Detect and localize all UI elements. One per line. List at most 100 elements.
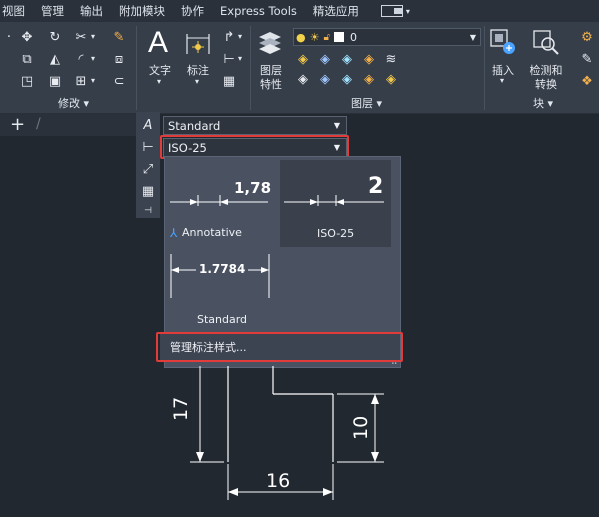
array-icon[interactable]: ⊞: [72, 72, 90, 90]
table-style-icon[interactable]: ▦: [139, 182, 157, 200]
chevron-down-icon[interactable]: ▾: [91, 76, 95, 85]
dimension-tool-icon[interactable]: [184, 30, 212, 58]
move-icon[interactable]: ✥: [18, 28, 36, 46]
unlock-icon: 🔓︎: [323, 31, 330, 43]
section-style-icon[interactable]: ⊣: [139, 202, 157, 220]
trim-icon[interactable]: ✂: [72, 28, 90, 46]
chevron-down-icon: ▼: [333, 121, 340, 130]
standard-preview-value: 1.7784: [199, 262, 246, 276]
table-icon[interactable]: ▦: [220, 72, 238, 90]
layers-panel-label[interactable]: 图层 ▾: [351, 95, 382, 111]
explode-icon[interactable]: ⧈: [110, 50, 128, 68]
offset-icon[interactable]: ⊂: [110, 72, 128, 90]
style-tile-iso25[interactable]: 2 ISO-25: [280, 160, 391, 247]
layer-unlock-icon[interactable]: ◈: [360, 70, 378, 88]
manage-highlight: [156, 332, 403, 362]
dim-style-dropdown[interactable]: ISO-25 ▼: [163, 138, 347, 157]
modify-panel: · ✥ ↻ ✂ ▾ ✎ ⧉ ◭ ◜ ▾ ⧈ ◳ ▣ ⊞ ▾ ⊂: [0, 28, 135, 94]
layer-match-icon[interactable]: ≋: [382, 50, 400, 68]
drawing-geometry: [190, 366, 384, 500]
annotative-preview-value: 1,78: [234, 179, 272, 197]
layer-walk-icon[interactable]: ◈: [382, 70, 400, 88]
layer-thaw-icon[interactable]: ◈: [338, 70, 356, 88]
linear-dim-icon[interactable]: ⊢: [220, 50, 238, 68]
current-layer-name: 0: [349, 30, 357, 44]
style-tile-standard[interactable]: 1.7784 Standard: [168, 252, 276, 332]
dim-style-icon[interactable]: ⊢: [139, 138, 157, 156]
layer-unisolate-icon[interactable]: ◈: [316, 70, 334, 88]
menu-express-tools[interactable]: Express Tools: [220, 4, 297, 18]
chevron-down-icon[interactable]: ▾: [91, 32, 95, 41]
iso25-label: ISO-25: [317, 227, 355, 240]
stretch-icon[interactable]: ◳: [18, 72, 36, 90]
copy-icon[interactable]: ⧉: [18, 50, 36, 68]
detect-convert-label-2[interactable]: 转换: [526, 76, 566, 92]
chevron-down-icon[interactable]: ▾: [91, 54, 95, 63]
dimension-tool-label[interactable]: 标注: [184, 62, 212, 78]
modify-panel-label[interactable]: 修改 ▾: [58, 95, 89, 111]
block-panel-label[interactable]: 块 ▾: [533, 95, 553, 111]
layer-properties-icon[interactable]: [257, 28, 283, 54]
text-tool-label[interactable]: 文字: [148, 62, 172, 78]
text-style-value: Standard: [168, 118, 221, 133]
text-style-dropdown[interactable]: Standard ▼: [163, 116, 347, 135]
attribute-icon[interactable]: ❖: [578, 72, 596, 90]
mirror-icon[interactable]: ◭: [46, 50, 64, 68]
chevron-down-icon: ▼: [469, 32, 476, 42]
dim-10-label: 10: [350, 415, 372, 440]
dim-style-value: ISO-25: [168, 140, 207, 155]
annotative-icon: ⅄: [170, 226, 178, 240]
panel-divider: [136, 26, 137, 110]
layer-properties-label-2[interactable]: 特性: [258, 76, 284, 92]
workspace-switch-icon[interactable]: [380, 5, 403, 17]
chevron-down-icon: ▼: [333, 143, 340, 152]
multileader-style-icon[interactable]: ⤢: [139, 160, 157, 178]
erase-icon[interactable]: ✎: [110, 28, 128, 46]
text-style-icon[interactable]: A: [139, 116, 157, 134]
annotative-label: Annotative: [182, 226, 242, 239]
chevron-down-icon[interactable]: ▾: [157, 77, 161, 86]
edit-block-icon[interactable]: ✎: [578, 50, 596, 68]
arrow-icon[interactable]: ·: [0, 28, 18, 46]
chevron-down-icon[interactable]: ▾: [195, 77, 199, 86]
detect-convert-icon[interactable]: [531, 28, 561, 56]
insert-block-icon[interactable]: [489, 28, 517, 56]
style-tile-annotative[interactable]: 1,78 ⅄ Annotative: [168, 160, 276, 247]
multileader-icon[interactable]: ↱: [220, 28, 238, 46]
layer-make-current-icon[interactable]: ◈: [294, 70, 312, 88]
menu-view[interactable]: 视图: [2, 3, 25, 19]
new-tab-icon[interactable]: +: [10, 114, 25, 135]
text-tool-icon[interactable]: A: [148, 26, 168, 60]
color-swatch-icon: [333, 32, 344, 42]
iso25-preview-value: 2: [368, 174, 384, 199]
menu-collaborate[interactable]: 协作: [181, 3, 204, 19]
chevron-down-icon[interactable]: ▾: [238, 54, 242, 63]
chevron-down-icon[interactable]: ▾: [238, 32, 242, 41]
dim-16-label: 16: [266, 470, 291, 492]
menu-output[interactable]: 输出: [80, 3, 103, 19]
menu-addins[interactable]: 附加模块: [119, 3, 165, 19]
menu-manage[interactable]: 管理: [41, 3, 64, 19]
panel-divider: [484, 26, 485, 110]
style-toolbar-icons: A ⊢ ⤢ ▦ ⊣: [136, 112, 160, 218]
fillet-icon[interactable]: ◜: [72, 50, 90, 68]
dim-17-label: 17: [170, 396, 192, 421]
scale-icon[interactable]: ▣: [46, 72, 64, 90]
menu-bar: 视图 管理 输出 附加模块 协作 Express Tools 精选应用 ▾: [0, 0, 599, 22]
tab-divider: /: [36, 116, 41, 132]
layer-isolate-icon[interactable]: ◈: [316, 50, 334, 68]
layer-tools: ◈ ◈ ◈ ◈ ≋ ◈ ◈ ◈ ◈ ◈: [294, 50, 404, 90]
layer-dropdown[interactable]: ● ☀ 🔓︎ 0 ▼: [293, 28, 481, 46]
layer-freeze-icon[interactable]: ◈: [338, 50, 356, 68]
menu-featured-apps[interactable]: 精选应用: [313, 3, 359, 19]
rotate-icon[interactable]: ↻: [46, 28, 64, 46]
layer-lock-icon[interactable]: ◈: [360, 50, 378, 68]
panel-divider: [250, 26, 251, 110]
layer-off-icon[interactable]: ◈: [294, 50, 312, 68]
lightbulb-icon: ●: [296, 30, 306, 44]
chevron-down-icon[interactable]: ▾: [406, 7, 410, 16]
standard-label: Standard: [197, 313, 248, 326]
sun-icon: ☀: [309, 30, 320, 44]
create-block-icon[interactable]: ⚙: [578, 28, 596, 46]
chevron-down-icon[interactable]: ▾: [500, 76, 504, 85]
